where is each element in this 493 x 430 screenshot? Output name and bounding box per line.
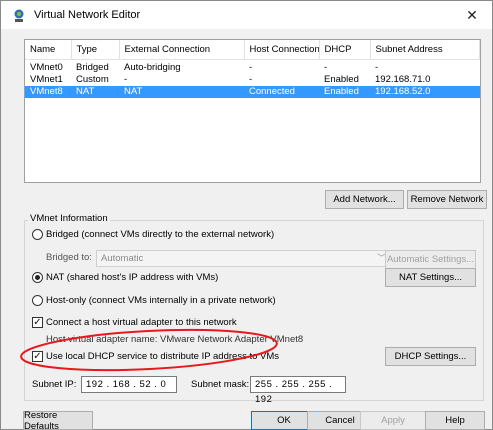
- connect-adapter-checkbox[interactable]: ✓: [32, 317, 43, 328]
- close-icon: ✕: [466, 6, 478, 23]
- cell-type: Bridged: [76, 62, 109, 73]
- bridged-label[interactable]: Bridged (connect VMs directly to the ext…: [46, 229, 274, 240]
- cell-name: VMnet8: [25, 86, 71, 98]
- table-row[interactable]: VMnet0 Bridged Auto-bridging - - -: [25, 62, 480, 74]
- table-row-selected[interactable]: VMnet8 NAT NAT Connected Enabled 192.168…: [25, 86, 480, 98]
- cell-name: VMnet1: [30, 74, 63, 85]
- cell-type: Custom: [76, 74, 109, 85]
- bridged-to-value: Automatic: [101, 253, 144, 264]
- bridged-to-select: Automatic ﹀: [96, 250, 392, 267]
- network-table[interactable]: Name Type External Connection Host Conne…: [24, 39, 481, 183]
- host-only-label[interactable]: Host-only (connect VMs internally in a p…: [46, 295, 276, 306]
- column-header-external-connection[interactable]: External Connection: [119, 40, 245, 60]
- subnet-ip-label: Subnet IP:: [32, 379, 77, 390]
- cell-external: NAT: [119, 86, 244, 98]
- cell-dhcp: Enabled: [324, 74, 359, 85]
- cell-dhcp: Enabled: [319, 86, 370, 98]
- host-only-radio[interactable]: [32, 295, 43, 306]
- column-header-dhcp[interactable]: DHCP: [319, 40, 371, 60]
- adapter-name-label: Host virtual adapter name: VMware Networ…: [46, 334, 304, 345]
- dhcp-checkbox[interactable]: ✓: [32, 351, 43, 362]
- table-header: Name Type External Connection Host Conne…: [25, 40, 480, 60]
- connect-adapter-label[interactable]: Connect a host virtual adapter to this n…: [46, 317, 237, 328]
- nat-radio[interactable]: [32, 272, 43, 283]
- subnet-ip-input[interactable]: 192 . 168 . 52 . 0: [81, 376, 177, 393]
- column-header-type[interactable]: Type: [71, 40, 120, 60]
- radio-selected-dot: [35, 275, 40, 280]
- nat-settings-button[interactable]: NAT Settings...: [385, 268, 476, 287]
- cell-external: -: [124, 74, 128, 85]
- column-header-subnet-address[interactable]: Subnet Address: [370, 40, 480, 60]
- subnet-mask-input[interactable]: 255 . 255 . 255 . 192: [250, 376, 346, 405]
- cell-subnet: -: [375, 62, 379, 73]
- remove-network-button[interactable]: Remove Network: [407, 190, 487, 209]
- vmnet-information-group: [24, 220, 484, 401]
- automatic-settings-button: Automatic Settings...: [385, 250, 476, 269]
- vmware-network-icon: [14, 9, 24, 22]
- close-button[interactable]: ✕: [452, 1, 492, 29]
- table-row[interactable]: VMnet1 Custom - - Enabled 192.168.71.0: [25, 74, 480, 86]
- dhcp-label[interactable]: Use local DHCP service to distribute IP …: [46, 351, 279, 362]
- cell-host: Connected: [244, 86, 319, 98]
- cell-subnet: 192.168.71.0: [375, 74, 431, 85]
- nat-label[interactable]: NAT (shared host's IP address with VMs): [46, 272, 218, 283]
- dhcp-settings-button[interactable]: DHCP Settings...: [385, 347, 476, 366]
- bridged-radio[interactable]: [32, 229, 43, 240]
- cell-host: -: [249, 74, 253, 85]
- subnet-mask-label: Subnet mask:: [191, 379, 250, 390]
- virtual-network-editor-window: Virtual Network Editor ✕ Name Type Exter…: [0, 0, 493, 430]
- window-title: Virtual Network Editor: [34, 9, 141, 21]
- title-bar: Virtual Network Editor ✕: [1, 1, 492, 29]
- cell-subnet: 192.168.52.0: [370, 86, 480, 98]
- bridged-to-label: Bridged to:: [46, 252, 92, 263]
- column-header-host-connection[interactable]: Host Connection: [244, 40, 320, 60]
- restore-defaults-button[interactable]: Restore Defaults: [23, 410, 93, 430]
- cell-name: VMnet0: [30, 62, 63, 73]
- group-label: VMnet Information: [28, 213, 110, 224]
- add-network-button[interactable]: Add Network...: [325, 190, 404, 209]
- apply-button: Apply: [360, 411, 426, 430]
- cell-external: Auto-bridging: [124, 62, 181, 73]
- help-button[interactable]: Help: [425, 411, 485, 430]
- cell-type: NAT: [71, 86, 119, 98]
- cell-host: -: [249, 62, 253, 73]
- cell-dhcp: -: [324, 62, 328, 73]
- column-header-name[interactable]: Name: [25, 40, 72, 60]
